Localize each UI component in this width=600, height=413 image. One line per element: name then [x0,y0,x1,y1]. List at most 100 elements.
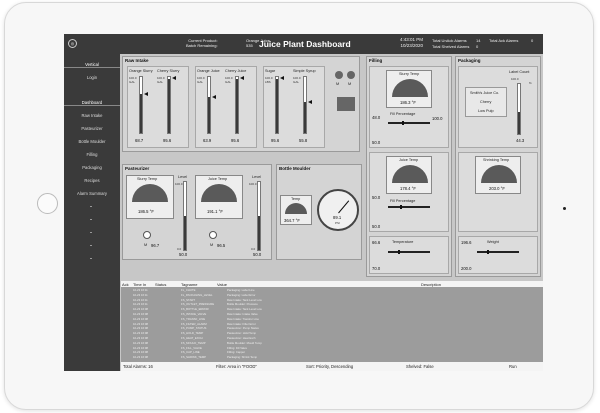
level1-label: Level [178,175,188,179]
row-tagname: FS_BOTTLE_ERROR [181,307,209,312]
pasteurizer-slurry-gauge: Slurry Temp 186.5 °F [126,175,174,219]
sidebar-item-vertical[interactable]: Vertical [64,62,120,68]
sidebar-item-raw-intake[interactable]: Raw Intake [64,113,120,118]
filter-label[interactable]: Filter: Area in "FOOD" [216,364,257,369]
row-tagname: FS_PUMP_STATUS [181,326,207,331]
row-time: 10-23 16:11 [133,288,148,292]
tank-tube [139,76,143,134]
row-description: Packaging: Shrink Temp [227,355,258,360]
filling-temperature-block: 66.6 Temperature 70.0 [369,236,449,274]
home-button[interactable] [37,193,58,214]
row-description: Pasteurizer: Hold Temp [227,331,257,336]
shelved-count: 0 [476,43,479,49]
tank-fill [140,94,142,133]
motor-icon [143,231,151,239]
tank-label: Orange Juice [197,69,220,73]
slider-knob[interactable] [402,121,404,125]
tank-value: 95.6 [231,138,240,143]
tank-tube [207,76,211,134]
temperature-slider[interactable] [388,250,430,254]
pasteurizer-juice-value: 191.1 °F [207,209,223,214]
motor-icon [209,231,217,239]
fill2-value: 50.0 [372,224,381,229]
tank-label: Orange Slurry [129,69,153,73]
slider-knob[interactable] [400,205,402,209]
row-time: 10-23 16:08 [133,307,148,312]
slurry-temp-value: 186.3 °F [400,100,416,105]
bottle-moulder-panel: Bottle Moulder Temp 364.7 °F 89.1 PSI [276,164,362,260]
sort-label[interactable]: Sort: Priority, Descending [306,364,353,369]
sidebar-item-login[interactable]: Login [64,75,120,80]
fill1-value: 50.0 [372,140,381,145]
fill2-pct-label: Fill Percentage [390,199,416,203]
sidebar: Vertical Login Dashboard Raw Intake Past… [64,54,120,371]
pasteurizer-slurry-label: Slurry Temp [137,177,158,181]
row-time: 10-23 16:08 [133,350,148,355]
pasteurizer-panel: Pasteurizer Slurry Temp 186.5 °F Level 1… [122,164,272,260]
level2-fill [258,216,260,250]
pasteurizer-slurry-value: 186.5 °F [138,209,154,214]
weight-min: 196.6 [461,240,472,245]
run-button[interactable]: Run [509,364,517,369]
label-count-unit: % [529,81,532,85]
tank-label: Simple Syrup [293,69,316,73]
sidebar-item-bottle-moulder[interactable]: Bottle Moulder [64,139,120,144]
row-tagname: FS_CAP_LINE [181,350,200,355]
pressure-dial: 89.1 PSI [317,189,359,231]
level2-min: 0.0 [251,247,256,251]
tank-marker [172,76,176,81]
row-tagname: FS_START [181,297,196,302]
slider-knob[interactable] [398,250,400,254]
total-alarms: Total Alarms: 16 [123,364,153,369]
level2-tube [257,181,261,251]
tank-label: Cherry Juice [225,69,247,73]
recipe-brand: Smith's Juice Co. [470,91,500,95]
sidebar-dot [90,245,92,246]
row-tagname: FS_OUTLET_PRESSURE [181,302,215,307]
row-time: 10-23 16:08 [133,355,148,360]
sidebar-item-alarm-summary[interactable]: Alarm Summary [64,191,120,196]
sidebar-item-packaging[interactable]: Packaging [64,165,120,170]
weight-slider[interactable] [477,250,519,254]
row-description: Raw Intake: Intake Valve [227,312,258,316]
sidebar-dot [90,206,92,207]
slider-knob[interactable] [487,250,489,254]
ack-label: Total Ack Alarms [489,38,519,43]
row-description: Raw Intake: Tank Level Low [227,307,262,312]
level1-value: 50.0 [179,252,188,257]
label-count-fill [518,112,520,134]
level1-min: 0.0 [177,247,182,251]
label-count-block: Label Count 100.0 % 44.3 Smith's Juice C… [458,66,538,148]
tank-value: 55.8 [299,138,308,143]
fill-pct-label: Fill Percentage [390,112,416,116]
packaging-panel: Packaging Label Count 100.0 % 44.3 Smith… [455,56,541,277]
level2-value: 50.0 [253,252,262,257]
temperature-label: Temperature [392,240,414,244]
level1-fill [184,216,186,250]
row-description: Bottle Moulder: Mould Temp [227,340,262,345]
row-time: 10-23 16:08 [133,345,148,350]
level2-label: Level [252,175,262,179]
alarm-labels: Total UnAck Alarms Total Shelved Alarms [432,38,469,49]
sidebar-item-recipes[interactable]: Recipes [64,178,120,183]
tank-marker [144,91,148,96]
tank-marker [280,76,284,81]
fill1-min: 48.0 [372,115,381,120]
fill1-slider[interactable] [388,121,430,125]
moulder-temp-gauge: Temp 364.7 °F [280,195,312,225]
sidebar-item-pasteurizer[interactable]: Pasteurizer [64,126,120,131]
slurry-temp-label: Slurry Temp [399,72,420,76]
motor-icon [347,71,355,79]
shelved-filter[interactable]: Shelved: False [406,364,434,369]
sidebar-item-dashboard[interactable]: Dashboard [64,100,120,106]
unack-label: Total UnAck Alarms [432,38,467,43]
motor-label: M [336,82,340,86]
tank-label: Cherry Slurry [157,69,180,73]
alarm-footer: Total Alarms: 16 Filter: Area in "FOOD" … [121,362,543,371]
fill2-slider[interactable] [388,205,430,209]
row-description: Packaging: Label Error [227,292,256,297]
sidebar-item-filling[interactable]: Filling [64,152,120,157]
gauge-arc [392,79,428,97]
tank-unit: GAL [293,80,300,84]
valve-block [337,97,355,111]
